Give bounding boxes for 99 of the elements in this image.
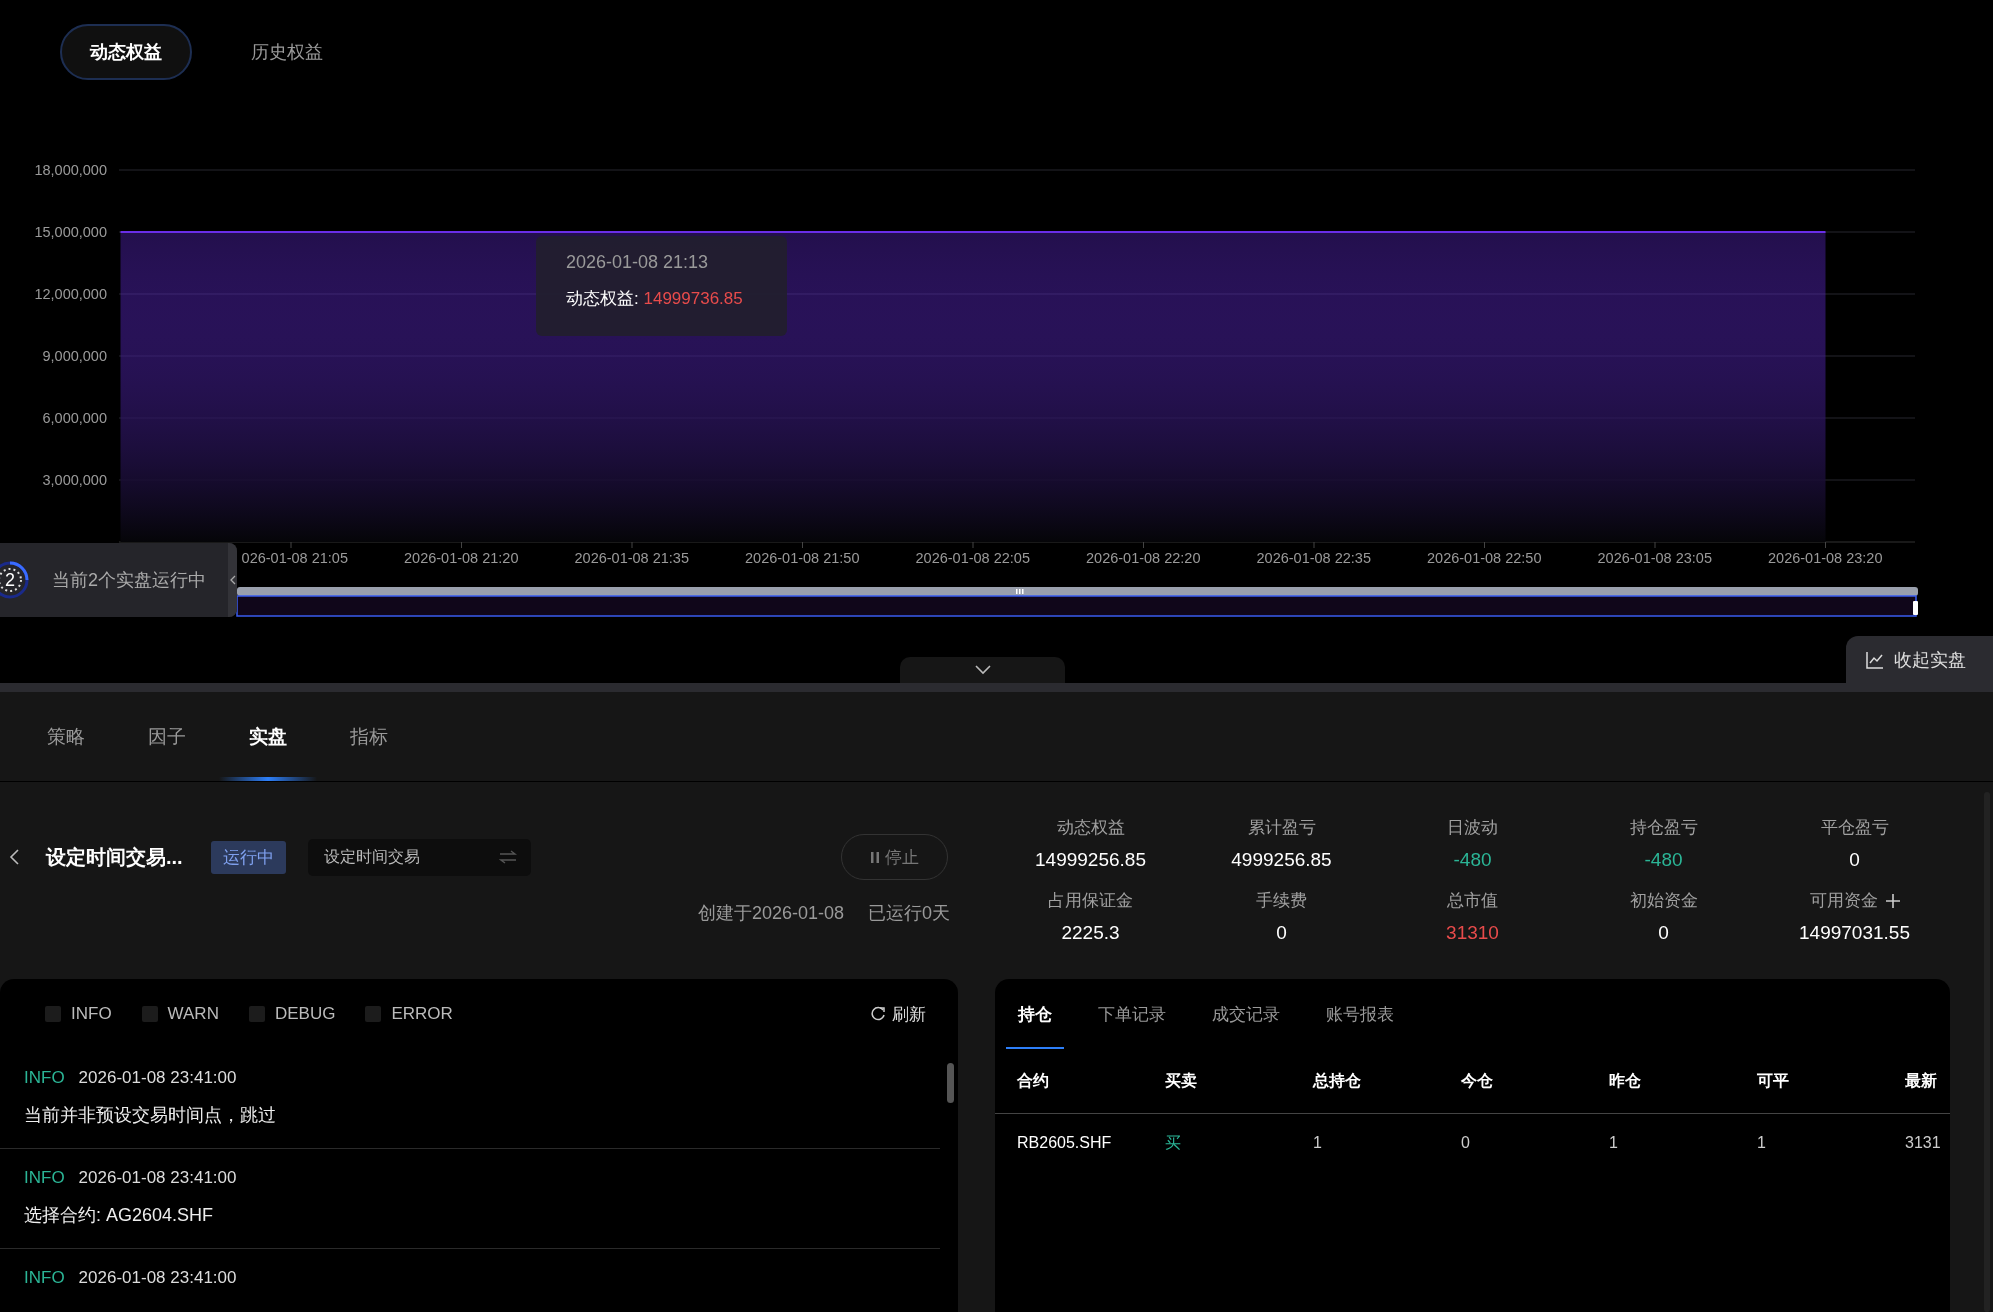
stat-label: 占用保证金 xyxy=(1048,890,1133,912)
column-header: 最新 xyxy=(1905,1070,1938,1091)
stat-value: 2225.3 xyxy=(1061,922,1120,944)
log-level: INFO xyxy=(24,1068,65,1088)
log-time: 2026-01-08 23:41:00 xyxy=(78,1268,237,1288)
range-slider[interactable] xyxy=(236,587,1918,617)
x-axis-label: 2026-01-08 22:50 xyxy=(1427,550,1542,566)
stat-label: 平仓盈亏 xyxy=(1820,817,1889,839)
stat-value: -480 xyxy=(1453,849,1492,871)
x-axis-label: 2026-01-08 23:05 xyxy=(1597,550,1712,566)
x-axis-label: 2026-01-08 21:50 xyxy=(745,550,860,566)
stat-value: 31310 xyxy=(1446,922,1499,944)
y-axis-label: 3,000,000 xyxy=(42,472,107,488)
x-axis-label: 2026-01-08 21:35 xyxy=(574,550,689,566)
stat-value: 14999256.85 xyxy=(1035,849,1146,871)
back-icon[interactable] xyxy=(8,847,22,867)
column-header: 可平 xyxy=(1757,1070,1790,1091)
x-axis-label: 2026-01-08 22:20 xyxy=(1086,550,1201,566)
checkbox[interactable] xyxy=(45,1006,61,1022)
table-cell-text: 1 xyxy=(1757,1134,1767,1152)
table-cell-text: 0 xyxy=(1461,1134,1471,1152)
position-tab[interactable]: 账号报表 xyxy=(1314,979,1406,1049)
log-filter[interactable]: INFO xyxy=(45,1004,112,1024)
running-notice[interactable]: 2 当前2个实盘运行中 xyxy=(0,543,237,617)
column-header: 买卖 xyxy=(1165,1070,1198,1091)
stat-value: -480 xyxy=(1644,849,1683,871)
tooltip-time: 2026-01-08 21:13 xyxy=(566,252,710,273)
column-header: 今仓 xyxy=(1461,1070,1494,1091)
strategy-title: 设定时间交易... xyxy=(46,844,183,870)
refresh-button[interactable]: 刷新 xyxy=(864,1001,932,1027)
y-axis-label: 6,000,000 xyxy=(42,410,107,426)
stat-label: 累计盈亏 xyxy=(1247,817,1316,839)
notice-text: 当前2个实盘运行中 xyxy=(52,569,206,592)
log-time: 2026-01-08 23:41:00 xyxy=(78,1068,237,1088)
log-level: INFO xyxy=(24,1168,65,1188)
log-time: 2026-01-08 23:41:00 xyxy=(78,1168,237,1188)
module-tab[interactable]: 指标 xyxy=(320,692,418,781)
x-axis-label: 2026-01-08 22:05 xyxy=(915,550,1030,566)
expand-tab[interactable] xyxy=(900,657,1065,683)
checkbox[interactable] xyxy=(141,1006,158,1022)
created-date: 创建于2026-01-08 xyxy=(697,902,844,925)
chevron-left-icon[interactable] xyxy=(229,575,236,585)
plus-icon[interactable] xyxy=(1885,893,1900,908)
stat-label: 手续费 xyxy=(1256,890,1307,912)
swap-icon xyxy=(498,850,517,864)
log-filter[interactable]: ERROR xyxy=(365,1004,453,1024)
column-header: 昨仓 xyxy=(1609,1070,1642,1091)
x-axis-label: 2026-01-08 23:20 xyxy=(1768,550,1883,566)
progress-ring-icon xyxy=(0,560,30,600)
collapse-button[interactable]: 收起实盘 xyxy=(1846,636,1993,683)
y-axis-label: 9,000,000 xyxy=(42,348,107,364)
x-axis-label: 2026-01-08 21:20 xyxy=(404,550,519,566)
position-tab[interactable]: 下单记录 xyxy=(1086,979,1178,1049)
checkbox[interactable] xyxy=(248,1006,265,1022)
tooltip-value: 动态权益: 14999736.85 xyxy=(566,288,744,310)
x-axis-label: 2026-01-08 22:35 xyxy=(1256,550,1371,566)
stat-label: 总市值 xyxy=(1447,890,1498,912)
stat-label: 日波动 xyxy=(1447,817,1498,839)
pause-icon xyxy=(870,851,879,863)
table-cell-text: 买 xyxy=(1165,1132,1182,1153)
refresh-icon xyxy=(870,1006,886,1022)
y-axis-label: 18,000,000 xyxy=(34,162,107,178)
stat-value: 0 xyxy=(1849,849,1860,871)
column-header: 总持仓 xyxy=(1313,1070,1362,1091)
log-filter[interactable]: WARN xyxy=(141,1004,219,1024)
stat-label: 初始资金 xyxy=(1629,890,1698,912)
equity-tab[interactable]: 历史权益 xyxy=(207,24,367,80)
checkbox[interactable] xyxy=(365,1006,382,1022)
stat-value: 14997031.55 xyxy=(1799,922,1910,944)
running-count: 2 xyxy=(5,569,15,591)
module-tab[interactable]: 因子 xyxy=(118,692,216,781)
position-tab[interactable]: 成交记录 xyxy=(1200,979,1292,1049)
stat-label: 持仓盈亏 xyxy=(1629,817,1698,839)
table-cell-text: RB2605.SHF xyxy=(1017,1134,1113,1152)
column-header: 合约 xyxy=(1017,1070,1050,1091)
log-message: 当前并非预设交易时间点，跳过 xyxy=(24,1104,277,1127)
table-cell-text: 1 xyxy=(1313,1134,1323,1152)
stat-value: 0 xyxy=(1276,922,1287,944)
stat-value: 0 xyxy=(1658,922,1669,944)
strategy-select[interactable]: 设定时间交易 xyxy=(307,838,531,876)
scrollbar-thumb[interactable] xyxy=(947,1063,954,1103)
y-axis-label: 12,000,000 xyxy=(34,286,107,302)
position-tab[interactable]: 持仓 xyxy=(1006,979,1064,1049)
table-cell-text: 3131 xyxy=(1905,1134,1942,1152)
stat-label: 可用资金 xyxy=(1809,890,1878,912)
status-badge: 运行中 xyxy=(210,840,286,874)
chevron-down-icon xyxy=(974,665,991,675)
running-days: 已运行0天 xyxy=(868,901,950,925)
x-axis-label: 026-01-08 21:05 xyxy=(241,550,348,566)
stat-label: 动态权益 xyxy=(1056,817,1125,839)
module-tab[interactable]: 策略 xyxy=(17,692,115,781)
log-level: INFO xyxy=(24,1268,65,1288)
log-message: 选择合约: AG2604.SHF xyxy=(24,1204,215,1227)
stat-value: 4999256.85 xyxy=(1231,849,1332,871)
line-chart-icon xyxy=(1866,650,1884,669)
log-filter[interactable]: DEBUG xyxy=(248,1004,336,1024)
y-axis-label: 15,000,000 xyxy=(34,224,107,240)
equity-tab[interactable]: 动态权益 xyxy=(60,24,192,80)
table-cell-text: 1 xyxy=(1609,1134,1619,1152)
